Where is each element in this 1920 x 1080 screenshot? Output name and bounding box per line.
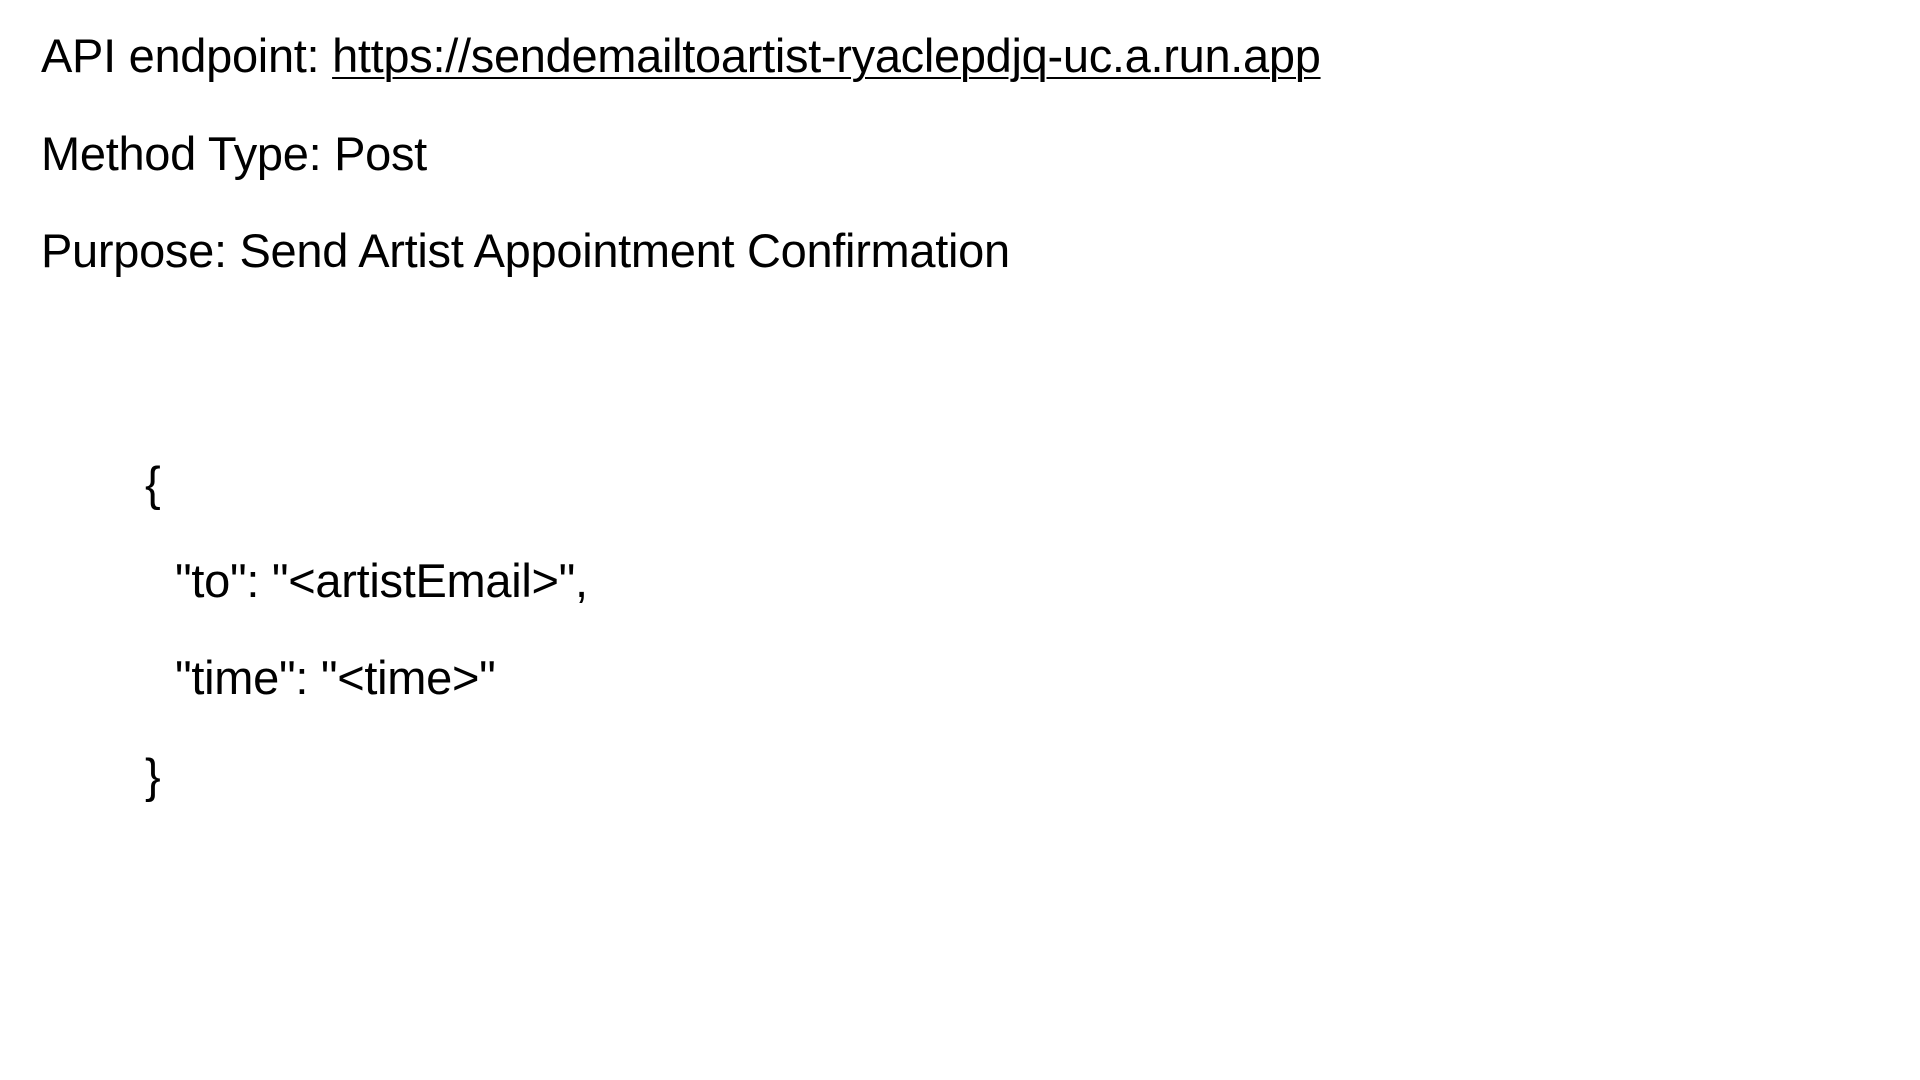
method-type-line: Method Type: Post [41, 127, 427, 180]
api-endpoint-line: API endpoint: https://sendemailtoartist-… [41, 28, 1321, 84]
document-page: API endpoint: https://sendemailtoartist-… [0, 0, 1920, 1080]
json-close-brace: } [145, 749, 161, 802]
api-endpoint-label: API endpoint: [41, 29, 333, 82]
json-time-field: "time": "<time>" [175, 651, 496, 704]
json-to-field: "to": "<artistEmail>", [175, 554, 588, 607]
json-open-brace: { [145, 457, 161, 510]
purpose-line: Purpose: Send Artist Appointment Confirm… [41, 224, 1010, 277]
api-endpoint-link[interactable]: https://sendemailtoartist-ryaclepdjq-uc.… [332, 29, 1321, 82]
